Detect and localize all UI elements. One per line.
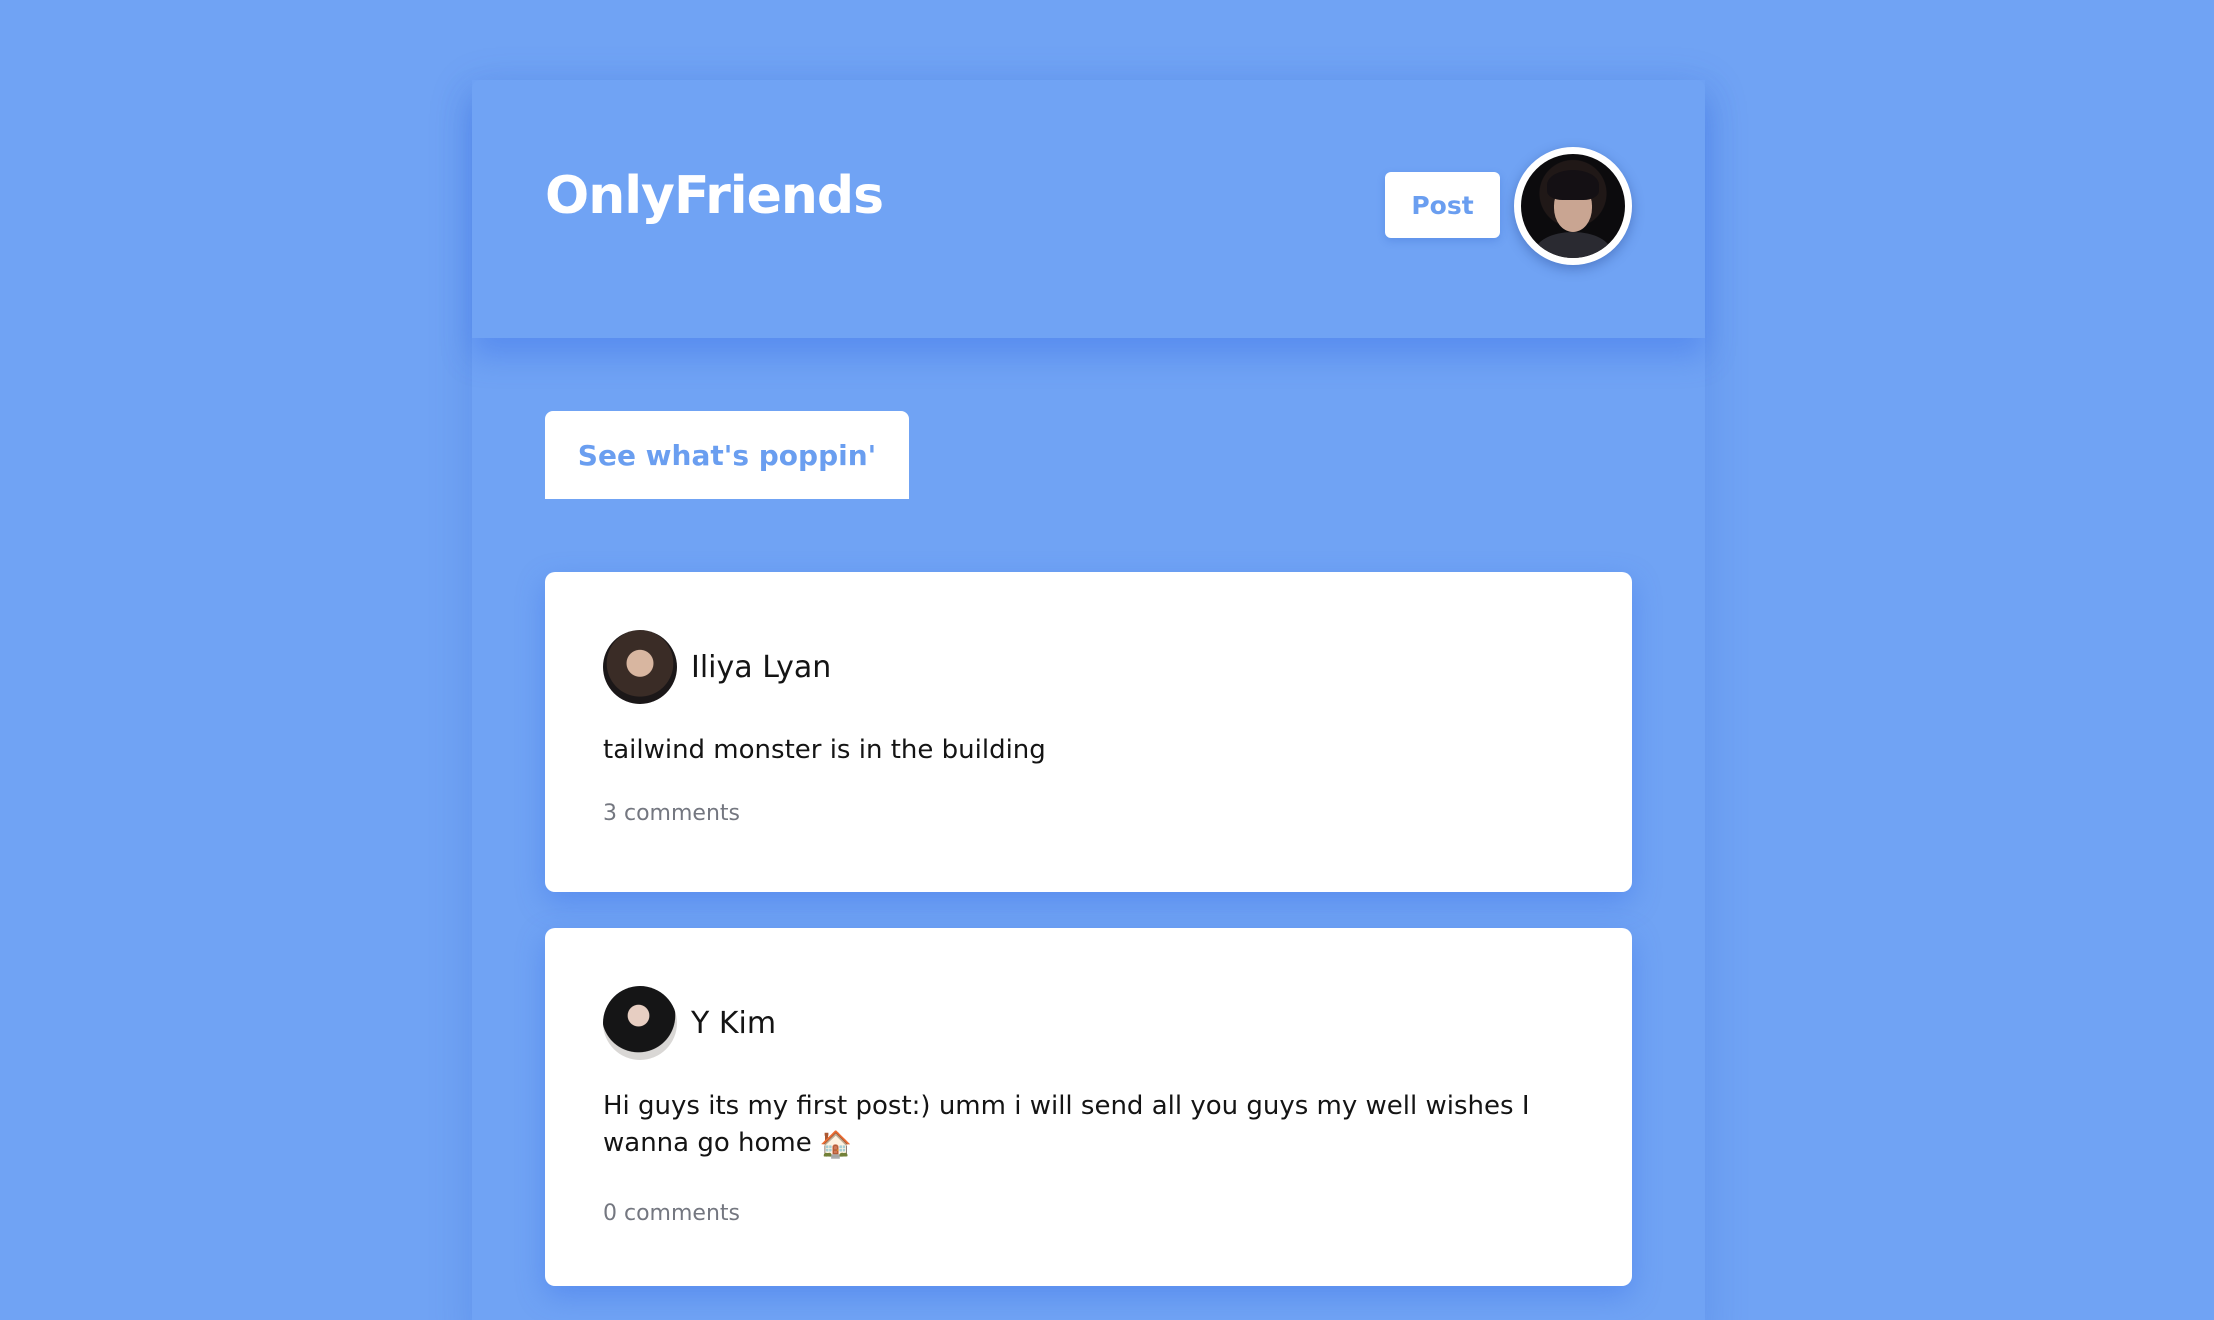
author-avatar[interactable]	[603, 986, 677, 1060]
post-text: tailwind monster is in the building	[603, 735, 1046, 765]
profile-avatar[interactable]	[1514, 147, 1632, 265]
author-name[interactable]: Iliya Lyan	[691, 650, 831, 685]
author-name[interactable]: Y Kim	[691, 1006, 776, 1041]
post-card: Y Kim Hi guys its my first post:) umm i …	[545, 928, 1632, 1286]
author-avatar[interactable]	[603, 630, 677, 704]
comment-count[interactable]: 3 comments	[603, 801, 740, 826]
page: OnlyFriends Post See what's poppin' Iliy…	[0, 0, 2214, 1320]
post-author[interactable]: Y Kim	[603, 986, 776, 1060]
avatar-shoulders	[1535, 232, 1611, 258]
tab-see-whats-poppin[interactable]: See what's poppin'	[545, 411, 909, 499]
app-logo[interactable]: OnlyFriends	[545, 170, 884, 222]
post-text: Hi guys its my first post:) umm i will s…	[603, 1088, 1583, 1164]
app-container: OnlyFriends Post See what's poppin' Iliy…	[472, 80, 1705, 1320]
post-text-content: Hi guys its my first post:) umm i will s…	[603, 1091, 1530, 1158]
post-card: Iliya Lyan tailwind monster is in the bu…	[545, 572, 1632, 892]
avatar-hair	[1547, 170, 1599, 200]
comment-count[interactable]: 0 comments	[603, 1201, 740, 1226]
post-button[interactable]: Post	[1385, 172, 1500, 238]
house-emoji: 🏠	[819, 1130, 853, 1160]
app-header: OnlyFriends Post	[472, 80, 1705, 338]
post-author[interactable]: Iliya Lyan	[603, 630, 831, 704]
